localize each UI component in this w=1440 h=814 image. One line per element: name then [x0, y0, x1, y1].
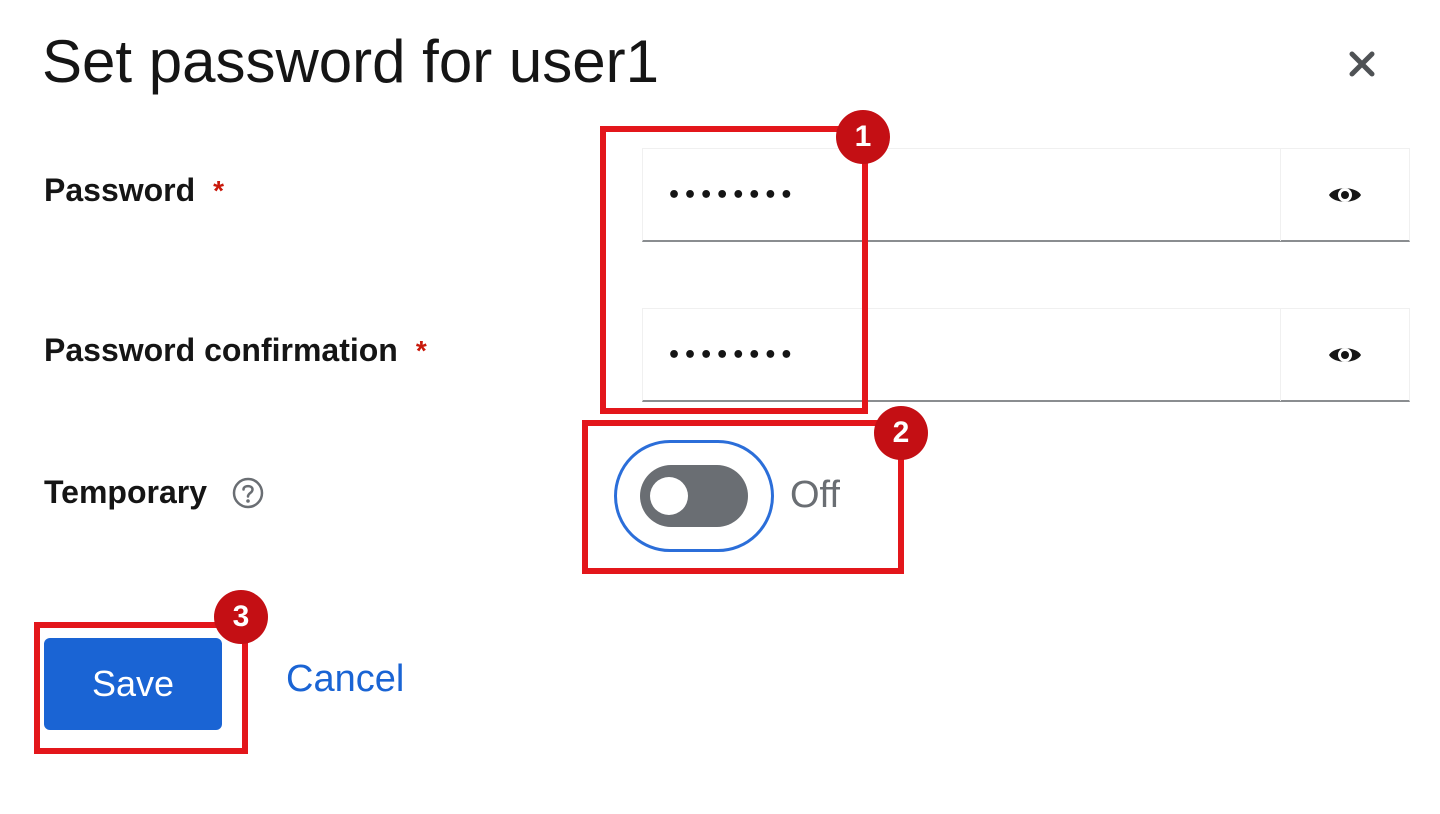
show-password-button[interactable] — [1280, 149, 1409, 241]
required-mark: * — [213, 174, 225, 206]
eye-icon — [1329, 348, 1361, 362]
temporary-toggle[interactable] — [614, 440, 774, 552]
toggle-track — [640, 465, 748, 527]
required-mark: * — [415, 334, 427, 366]
save-button[interactable]: Save — [44, 638, 222, 730]
annotation-badge-1: 1 — [836, 110, 890, 164]
close-icon — [1349, 51, 1375, 77]
password-label: Password * — [44, 172, 225, 208]
dialog-title: Set password for user1 — [42, 28, 659, 95]
password-confirmation-label: Password confirmation * — [44, 332, 427, 368]
help-icon[interactable] — [231, 476, 265, 510]
show-password-confirmation-button[interactable] — [1280, 309, 1409, 401]
eye-icon — [1329, 188, 1361, 202]
temporary-toggle-state: Off — [790, 474, 840, 516]
toggle-knob — [650, 477, 688, 515]
annotation-badge-3: 3 — [214, 590, 268, 644]
password-confirmation-field-group — [642, 308, 1410, 402]
password-input[interactable] — [643, 149, 1281, 241]
set-password-dialog: Set password for user1 Password * Passwo… — [0, 0, 1440, 814]
close-button[interactable] — [1338, 40, 1386, 88]
annotation-badge-2: 2 — [874, 406, 928, 460]
temporary-label: Temporary — [44, 474, 265, 511]
password-field-group — [642, 148, 1410, 242]
cancel-link[interactable]: Cancel — [286, 658, 404, 701]
password-confirmation-input[interactable] — [643, 309, 1281, 401]
